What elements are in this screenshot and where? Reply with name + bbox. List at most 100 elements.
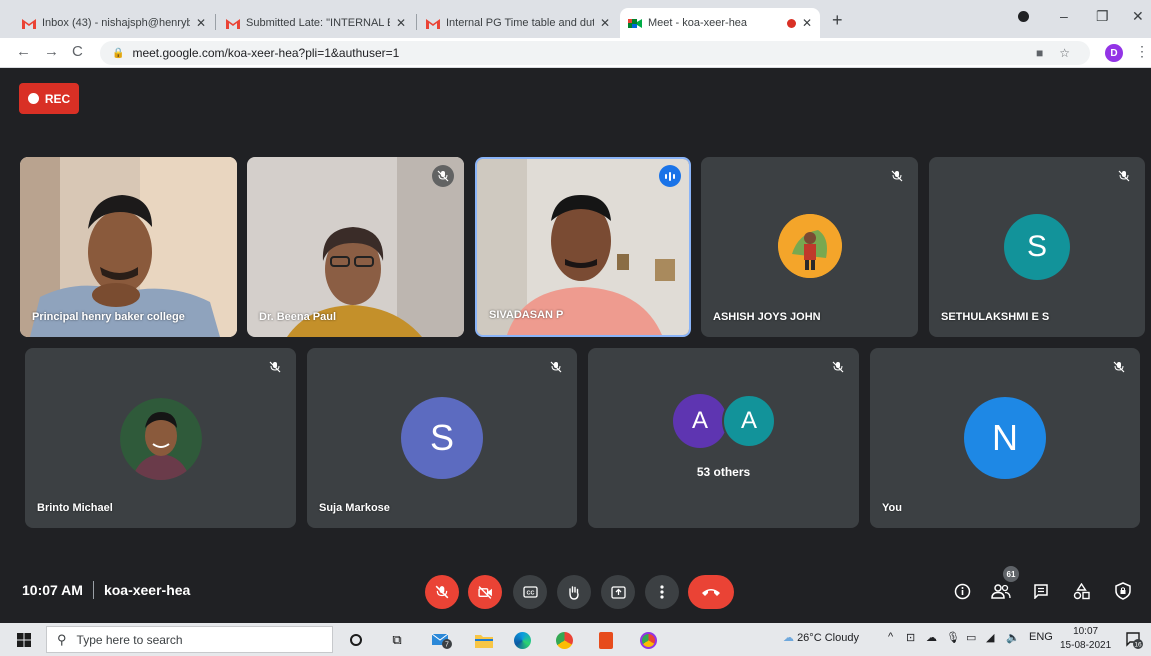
weather-text: 26°C Cloudy: [797, 632, 859, 644]
participant-name: You: [882, 502, 902, 514]
tab-title: Inbox (43) - nishajsph@henrybak: [42, 17, 190, 29]
participant-name: Dr. Beena Paul: [259, 311, 337, 323]
windows-taskbar: ⚲ Type here to search ⧉ 7 ☁ 26°C Cloudy …: [0, 623, 1151, 656]
task-view-icon[interactable]: ⧉: [387, 630, 407, 650]
tab-search-icon[interactable]: [1018, 8, 1029, 25]
meeting-code[interactable]: koa-xeer-hea: [104, 582, 190, 598]
browser-menu-icon[interactable]: ⋮: [1135, 43, 1149, 60]
raise-hand-button[interactable]: [557, 575, 591, 609]
back-icon[interactable]: ←: [16, 43, 31, 60]
cortana-icon[interactable]: [346, 630, 366, 650]
camera-toggle-button[interactable]: [468, 575, 502, 609]
lock-icon: 🔒: [112, 47, 125, 59]
gmail-icon: [226, 18, 240, 29]
captions-icon: CC: [522, 586, 538, 598]
microphone-tray-icon[interactable]: 🎙: [946, 631, 960, 644]
file-explorer-icon[interactable]: [474, 630, 494, 650]
participant-tile[interactable]: SIVADASAN P: [475, 157, 691, 337]
muted-mic-icon: [886, 165, 908, 187]
bookmark-star-icon[interactable]: ☆: [1059, 46, 1070, 60]
search-placeholder: Type here to search: [76, 632, 183, 647]
muted-mic-icon: [827, 356, 849, 378]
tab-submitted-late[interactable]: Submitted Late: "INTERNAL EXAI ✕: [218, 8, 414, 38]
participant-name: SIVADASAN P: [489, 309, 564, 321]
record-dot-icon: [27, 93, 39, 104]
chat-icon: [1034, 584, 1048, 599]
participant-tile[interactable]: Dr. Beena Paul: [247, 157, 464, 337]
chat-button[interactable]: [1028, 578, 1054, 604]
meet-tray-icon[interactable]: ⊡: [906, 631, 915, 644]
window-close-icon[interactable]: ✕: [1132, 8, 1144, 25]
present-button[interactable]: [601, 575, 635, 609]
self-tile[interactable]: N You: [870, 348, 1140, 528]
svg-text:CC: CC: [526, 591, 534, 597]
close-icon[interactable]: ✕: [802, 16, 812, 30]
others-count: 53 others: [696, 465, 751, 479]
notifications-icon[interactable]: 16: [1124, 630, 1144, 650]
edge-browser-icon[interactable]: [512, 630, 532, 650]
participant-tile[interactable]: ASHISH JOYS JOHN: [701, 157, 918, 337]
muted-mic-icon: [432, 165, 454, 187]
taskbar-search[interactable]: ⚲ Type here to search: [46, 626, 333, 653]
others-tile[interactable]: A A 53 others: [588, 348, 859, 528]
tab-title: Internal PG Time table and duty: [446, 17, 594, 29]
tab-internal-pg[interactable]: Internal PG Time table and duty ✕: [418, 8, 618, 38]
gmail-icon: [426, 18, 440, 29]
clock-date: 15-08-2021: [1060, 640, 1112, 651]
restore-icon[interactable]: ❐: [1096, 8, 1109, 25]
new-tab-button[interactable]: +: [832, 10, 843, 31]
volume-icon[interactable]: 🔈: [1006, 631, 1020, 644]
meeting-details-button[interactable]: [949, 578, 975, 604]
mic-toggle-button[interactable]: [425, 575, 459, 609]
weather-widget[interactable]: ☁ 26°C Cloudy: [783, 631, 859, 644]
raise-hand-icon: [569, 585, 579, 600]
activities-button[interactable]: [1068, 578, 1094, 604]
participant-count-badge: 61: [1003, 566, 1019, 582]
camera-permission-icon[interactable]: ■: [1036, 46, 1043, 60]
info-icon: [954, 583, 970, 599]
more-options-button[interactable]: [645, 575, 679, 609]
recording-button[interactable]: REC: [19, 83, 79, 114]
taskbar-clock[interactable]: 10:07 15-08-2021: [1060, 625, 1111, 653]
muted-mic-icon: [545, 356, 567, 378]
tab-meet[interactable]: Meet - koa-xeer-hea ✕: [620, 8, 820, 38]
office-icon[interactable]: [596, 630, 616, 650]
clock-time: 10:07: [1073, 626, 1099, 637]
muted-mic-icon: [264, 356, 286, 378]
windows-start-icon[interactable]: [14, 630, 34, 650]
meeting-time: 10:07 AM: [22, 582, 83, 598]
browser-toolbar: ← → C 🔒 meet.google.com/koa-xeer-hea?pli…: [0, 38, 1151, 68]
input-language[interactable]: ENG: [1029, 631, 1053, 643]
close-icon[interactable]: ✕: [396, 16, 406, 30]
rec-label: REC: [44, 91, 71, 106]
meet-icon: [628, 18, 642, 28]
more-options-icon: [660, 585, 664, 599]
gmail-icon: [22, 18, 36, 29]
profile-avatar[interactable]: D: [1105, 44, 1123, 62]
address-bar[interactable]: 🔒 meet.google.com/koa-xeer-hea?pli=1&aut…: [100, 41, 1090, 65]
close-icon[interactable]: ✕: [196, 16, 206, 30]
battery-icon[interactable]: ▭: [966, 631, 976, 644]
participant-tile[interactable]: S Suja Markose: [307, 348, 577, 528]
forward-icon[interactable]: →: [44, 43, 59, 60]
chrome-profile-icon[interactable]: [638, 630, 658, 650]
onedrive-icon[interactable]: ☁: [926, 631, 937, 644]
reload-icon[interactable]: C: [72, 43, 83, 60]
minimize-icon[interactable]: –: [1060, 8, 1068, 24]
participant-tile[interactable]: Principal henry baker college: [20, 157, 237, 337]
captions-button[interactable]: CC: [513, 575, 547, 609]
meeting-info: 10:07 AM koa-xeer-hea: [22, 581, 190, 599]
close-icon[interactable]: ✕: [600, 16, 610, 30]
speaking-indicator-icon: [659, 165, 681, 187]
leave-call-button[interactable]: [688, 575, 734, 609]
tab-title: Submitted Late: "INTERNAL EXAI: [246, 17, 390, 29]
participant-tile[interactable]: Brinto Michael: [25, 348, 296, 528]
show-hidden-icons-icon[interactable]: ^: [888, 631, 893, 643]
host-controls-button[interactable]: [1110, 578, 1136, 604]
wifi-icon[interactable]: ◢: [986, 631, 994, 644]
avatar: N: [964, 397, 1046, 479]
tab-inbox[interactable]: Inbox (43) - nishajsph@henrybak ✕: [14, 8, 214, 38]
chrome-icon[interactable]: [554, 630, 574, 650]
participant-tile[interactable]: S SETHULAKSHMI E S: [929, 157, 1145, 337]
mail-app-icon[interactable]: 7: [432, 630, 452, 650]
